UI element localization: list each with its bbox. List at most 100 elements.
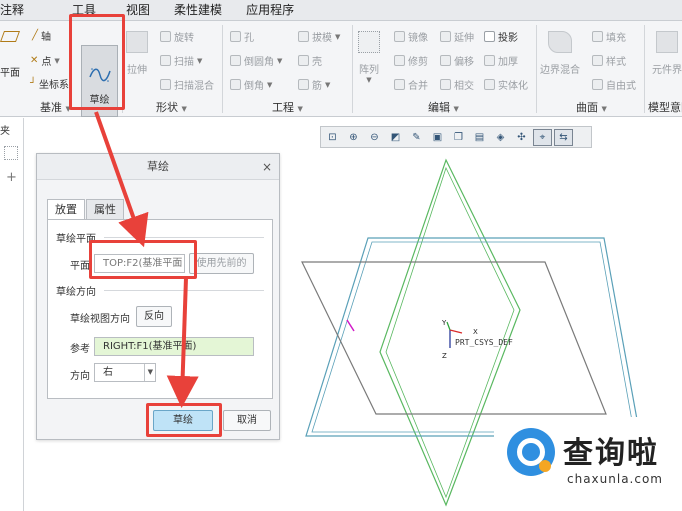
tree-filter-icon[interactable] <box>4 146 18 160</box>
thicken-button[interactable]: 加厚 <box>484 53 518 68</box>
tab-placement[interactable]: 放置 <box>47 199 85 219</box>
front-datum-plane-inner <box>311 241 635 433</box>
group-divider <box>536 25 537 113</box>
cancel-button[interactable]: 取消 <box>223 410 271 431</box>
group-title-model-intent[interactable]: 模型意图 <box>648 99 682 115</box>
orientation-label: 方向 <box>70 371 90 382</box>
fill-label: 填充 <box>606 33 626 44</box>
close-icon[interactable]: × <box>262 154 272 180</box>
thicken-label: 加厚 <box>498 57 518 68</box>
refit-icon[interactable]: ◩ <box>386 129 405 146</box>
chamfer-label: 倒角 <box>244 81 264 92</box>
sketch-orient-icon[interactable]: ⇆ <box>554 128 573 146</box>
reference-field[interactable]: RIGHT:F1(基准平面) <box>94 337 254 356</box>
extend-label: 延伸 <box>454 33 474 44</box>
draft-button[interactable]: 拔模 ▼ <box>298 29 340 44</box>
zoom-in-icon[interactable]: ⊕ <box>344 129 363 146</box>
menu-applications[interactable]: 应用程序 <box>234 0 306 21</box>
solidify-button[interactable]: 实体化 <box>484 77 528 92</box>
sweep-button[interactable]: 扫描 ▼ <box>160 53 202 68</box>
axis-button[interactable]: ╱ 轴 <box>32 28 51 43</box>
chamfer-button[interactable]: 倒角 ▼ <box>230 77 272 92</box>
orientation-select[interactable]: 右 ▼ <box>94 363 156 382</box>
freestyle-button[interactable]: 自由式 <box>592 77 636 92</box>
model-tree-tab[interactable]: 夹 <box>0 122 10 137</box>
style-button[interactable]: 样式 <box>592 53 626 68</box>
chevron-down-icon: ▼ <box>325 80 331 89</box>
repaint-icon[interactable]: ✎ <box>407 129 426 146</box>
offset-button[interactable]: 偏移 <box>440 53 474 68</box>
mirror-button[interactable]: 镜像 <box>394 29 428 44</box>
zoom-box-icon[interactable]: ⊡ <box>323 129 342 146</box>
intersect-label: 相交 <box>454 81 474 92</box>
datum-plane-tool[interactable] <box>0 31 21 42</box>
zoom-out-icon[interactable]: ⊖ <box>365 129 384 146</box>
intersect-button[interactable]: 相交 <box>440 77 474 92</box>
plane-field-highlight <box>89 240 197 279</box>
group-title-datum[interactable]: 基准 ▼ <box>40 99 71 115</box>
annotation-display-icon[interactable]: ◈ <box>491 129 510 146</box>
merge-label: 合并 <box>408 81 428 92</box>
chevron-down-icon: ▼ <box>143 364 153 381</box>
chevron-down-icon: ▼ <box>601 105 607 113</box>
extend-button[interactable]: 延伸 <box>440 29 474 44</box>
sketch-dialog: 草绘 × 放置 属性 草绘平面 平面 TOP:F2(基准平面 使用先前的 草绘方… <box>36 153 280 440</box>
chevron-down-icon: ▼ <box>335 32 341 41</box>
shapes-title: 形状 <box>156 101 178 114</box>
fill-button[interactable]: 填充 <box>592 29 626 44</box>
view-direction-arrow <box>346 319 355 332</box>
boundary-blend-icon <box>548 31 572 53</box>
watermark-url: chaxunla.com <box>567 472 663 486</box>
sketch-tool-highlight <box>69 14 125 110</box>
revolve-button[interactable]: 旋转 <box>160 29 194 44</box>
group-title-engineering[interactable]: 工程 ▼ <box>272 99 303 115</box>
saved-views-icon[interactable]: ❐ <box>449 129 468 146</box>
mirror-label: 镜像 <box>408 33 428 44</box>
trim-button[interactable]: 修剪 <box>394 53 428 68</box>
boundary-blend-button[interactable]: 边界混合 <box>540 31 580 76</box>
swept-blend-button[interactable]: 扫描混合 <box>160 77 214 92</box>
group-title-editing[interactable]: 编辑 ▼ <box>428 99 459 115</box>
display-style-icon[interactable]: ▣ <box>428 129 447 146</box>
group-title-surfaces[interactable]: 曲面 ▼ <box>576 99 607 115</box>
extrude-button[interactable]: 拉伸 <box>126 31 148 76</box>
csys-button[interactable]: ┘ 坐标系 <box>30 76 69 91</box>
datum-display-icon[interactable]: ▤ <box>470 129 489 146</box>
shell-button[interactable]: 壳 <box>298 53 322 68</box>
menu-flexible-modeling[interactable]: 柔性建模 <box>162 0 234 21</box>
use-previous-button[interactable]: 使用先前的 <box>189 253 254 274</box>
orientation-section-label: 草绘方向 <box>56 287 96 298</box>
project-button[interactable]: 投影 <box>484 29 518 44</box>
sketch-view-icon[interactable]: ⌖ <box>533 128 552 146</box>
round-button[interactable]: 倒圆角 ▼ <box>230 53 282 68</box>
extrude-icon <box>126 31 148 53</box>
rib-label: 筋 <box>312 81 322 92</box>
hole-icon <box>230 31 241 42</box>
csys-label: 坐标系 <box>39 80 70 91</box>
solidify-icon <box>484 79 495 90</box>
hole-button[interactable]: 孔 <box>230 29 254 44</box>
section-divider <box>104 290 264 291</box>
chevron-down-icon: ▼ <box>297 105 303 113</box>
menu-annotate[interactable]: 注释 <box>0 0 36 21</box>
merge-button[interactable]: 合并 <box>394 77 428 92</box>
flip-button[interactable]: 反向 <box>136 306 172 327</box>
editing-title: 编辑 <box>428 101 450 114</box>
dialog-title-bar[interactable]: 草绘 × <box>37 154 279 180</box>
group-title-shapes[interactable]: 形状 ▼ <box>156 99 187 115</box>
point-button[interactable]: ✕ 点 ▼ <box>30 53 60 68</box>
add-icon[interactable]: + <box>6 170 17 185</box>
group-divider <box>222 25 223 113</box>
rib-button[interactable]: 筋 ▼ <box>298 77 330 92</box>
tab-properties[interactable]: 属性 <box>86 199 124 219</box>
component-interface-label: 元件界 <box>652 65 682 76</box>
pattern-icon <box>358 31 380 53</box>
pattern-button[interactable]: 阵列 ▼ <box>358 31 380 84</box>
plane-icon <box>0 31 21 42</box>
spin-center-icon[interactable]: ✣ <box>512 129 531 146</box>
chevron-down-icon: ▼ <box>277 56 283 65</box>
pattern-label: 阵列 <box>359 65 379 76</box>
trim-label: 修剪 <box>408 57 428 68</box>
component-interface-button[interactable]: 元件界 <box>652 31 682 76</box>
watermark-logo-accent <box>539 460 551 472</box>
